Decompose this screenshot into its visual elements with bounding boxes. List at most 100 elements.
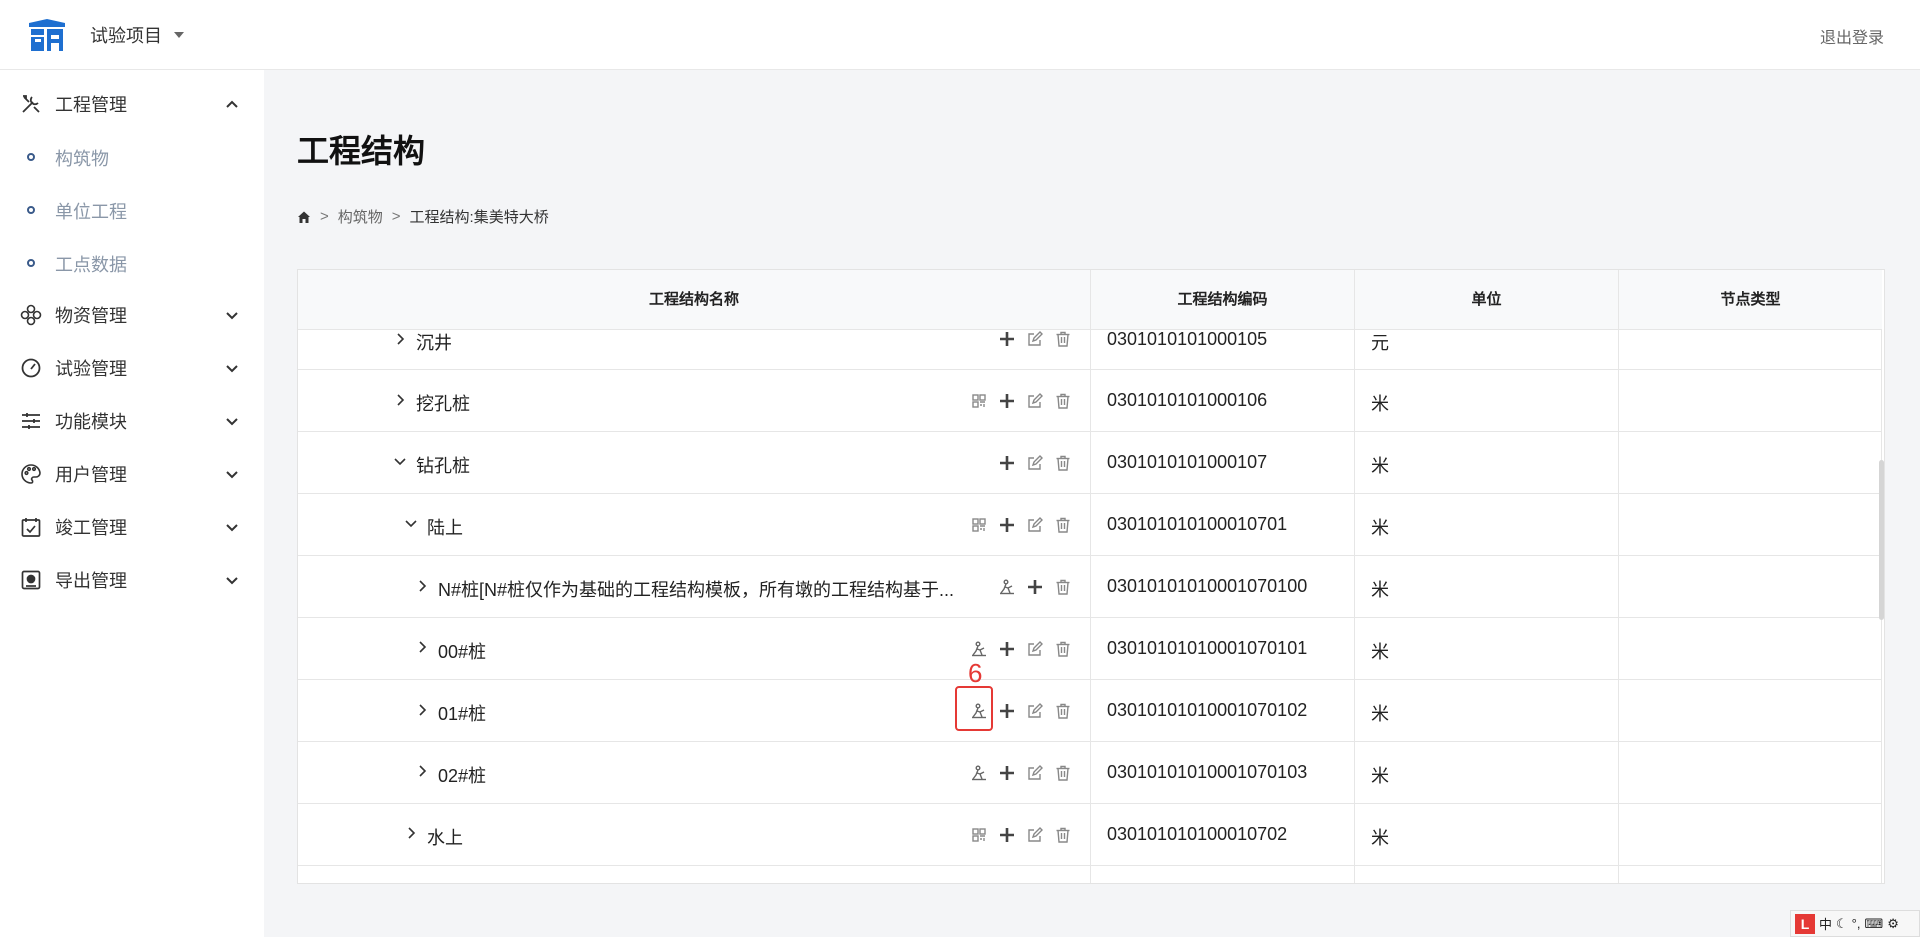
sidebar-item-user-management[interactable]: 用户管理 — [0, 454, 264, 494]
annotation-marker: 6 — [968, 658, 983, 688]
delete-icon[interactable] — [1049, 821, 1077, 849]
chevron-right-icon[interactable] — [415, 703, 429, 717]
qrcode-icon[interactable] — [965, 387, 993, 415]
table-row[interactable]: 沉井 0301010101000105 元 — [298, 330, 1882, 370]
sidebar-item-testing[interactable]: 试验管理 — [0, 348, 264, 388]
edit-icon[interactable] — [1021, 635, 1049, 663]
delete-icon[interactable] — [1049, 387, 1077, 415]
edit-icon[interactable] — [1021, 387, 1049, 415]
breadcrumb-link-structures[interactable]: 构筑物 — [338, 206, 383, 227]
add-icon[interactable] — [993, 821, 1021, 849]
edit-icon[interactable] — [1021, 821, 1049, 849]
worker-icon[interactable] — [993, 573, 1021, 601]
add-icon[interactable] — [993, 697, 1021, 725]
sidebar-item-function-modules[interactable]: 功能模块 — [0, 401, 264, 441]
home-icon[interactable] — [297, 210, 311, 224]
app-logo — [29, 19, 65, 51]
tools-icon — [20, 93, 42, 115]
chevron-right-icon[interactable] — [415, 640, 429, 654]
sidebar-item-materials[interactable]: 物资管理 — [0, 295, 264, 335]
row-unit: 元 — [1371, 333, 1389, 353]
chevron-right-icon[interactable] — [415, 764, 429, 778]
export-icon — [20, 569, 42, 591]
table-scrollbar[interactable] — [1879, 460, 1884, 620]
sidebar-item-label: 功能模块 — [55, 412, 127, 432]
moon-icon[interactable]: ☾ — [1836, 916, 1848, 932]
punctuation-icon[interactable]: °, — [1852, 916, 1861, 931]
row-name: 沉井 — [416, 333, 452, 353]
sidebar-item-label: 物资管理 — [55, 306, 127, 326]
keyboard-icon[interactable]: ⌨ — [1864, 916, 1883, 932]
gear-icon[interactable]: ⚙ — [1887, 916, 1899, 932]
add-icon[interactable] — [993, 511, 1021, 539]
logout-button[interactable]: 退出登录 — [1820, 24, 1884, 48]
delete-icon[interactable] — [1049, 449, 1077, 477]
chevron-right-icon[interactable] — [393, 393, 407, 407]
add-icon[interactable] — [993, 330, 1021, 353]
table-row[interactable]: N#桩[N#桩仅作为基础的工程结构模板，所有墩的工程结构基于... 030101… — [298, 556, 1882, 618]
add-icon[interactable] — [1021, 573, 1049, 601]
add-icon[interactable] — [993, 759, 1021, 787]
table-row[interactable]: 水上 030101010100010702 米 — [298, 804, 1882, 866]
add-icon[interactable] — [993, 635, 1021, 663]
edit-icon[interactable] — [1021, 697, 1049, 725]
table-row[interactable]: 02#桩 03010101010001070103 米 — [298, 742, 1882, 804]
delete-icon[interactable] — [1049, 573, 1077, 601]
table-row[interactable]: 挖孔桩 0301010101000106 米 — [298, 370, 1882, 432]
delete-icon[interactable] — [1049, 511, 1077, 539]
row-unit: 米 — [1371, 394, 1389, 414]
table-row[interactable]: 01#桩 03010101010001070102 米 — [298, 680, 1882, 742]
cubes-icon — [20, 304, 42, 326]
sidebar-item-export[interactable]: 导出管理 — [0, 560, 264, 600]
table-row[interactable]: 00#桩 03010101010001070101 米 — [298, 618, 1882, 680]
column-header-code: 工程结构编码 — [1091, 270, 1355, 330]
chevron-right-icon[interactable] — [393, 332, 407, 346]
project-switcher[interactable]: 试验项目 — [90, 22, 184, 48]
row-code: 0301010101000105 — [1107, 330, 1268, 349]
chevron-down-icon — [226, 418, 238, 426]
row-code: 0301010101000106 — [1107, 390, 1268, 410]
row-name: N#桩[N#桩仅作为基础的工程结构模板，所有墩的工程结构基于... — [438, 580, 955, 600]
add-icon[interactable] — [993, 449, 1021, 477]
breadcrumb: > 构筑物 > 工程结构:集美特大桥 — [297, 206, 549, 227]
row-code: 03010101010001070100 — [1107, 576, 1308, 596]
qrcode-icon[interactable] — [965, 511, 993, 539]
breadcrumb-separator: > — [320, 208, 329, 225]
edit-icon[interactable] — [1021, 449, 1049, 477]
sidebar-item-completion[interactable]: 竣工管理 — [0, 507, 264, 547]
chevron-down-icon[interactable] — [404, 516, 418, 530]
row-unit: 米 — [1371, 518, 1389, 538]
worker-icon[interactable] — [965, 759, 993, 787]
delete-icon[interactable] — [1049, 330, 1077, 353]
chevron-down-icon[interactable] — [393, 454, 407, 468]
delete-icon[interactable] — [1049, 697, 1077, 725]
column-header-node-type: 节点类型 — [1720, 291, 1781, 308]
project-label: 试验项目 — [90, 26, 162, 46]
row-name: 钻孔桩 — [416, 456, 470, 476]
edit-icon[interactable] — [1021, 330, 1049, 353]
sidebar-subitem-unit-engineering[interactable]: 单位工程 — [0, 192, 264, 228]
chevron-right-icon[interactable] — [415, 579, 429, 593]
row-unit: 米 — [1371, 704, 1389, 724]
palette-icon — [20, 463, 42, 485]
row-code: 030101010100010702 — [1107, 824, 1288, 844]
chevron-right-icon[interactable] — [404, 826, 418, 840]
table-row[interactable]: 钻孔桩 0301010101000107 米 — [298, 432, 1882, 494]
delete-icon[interactable] — [1049, 759, 1077, 787]
sidebar-item-label: 用户管理 — [55, 465, 127, 485]
ime-toolbar[interactable]: L 中 ☾ °, ⌨ ⚙ — [1790, 910, 1920, 937]
add-icon[interactable] — [993, 387, 1021, 415]
sidebar-subitem-structures[interactable]: 构筑物 — [0, 139, 264, 175]
table-row — [298, 866, 1882, 883]
row-name: 00#桩 — [438, 642, 487, 662]
delete-icon[interactable] — [1049, 635, 1077, 663]
sidebar-subitem-label: 单位工程 — [55, 202, 127, 222]
edit-icon[interactable] — [1021, 759, 1049, 787]
sidebar-subitem-site-data[interactable]: 工点数据 — [0, 245, 264, 281]
caret-down-icon — [174, 32, 184, 38]
table-row[interactable]: 陆上 030101010100010701 米 — [298, 494, 1882, 556]
row-unit: 米 — [1371, 580, 1389, 600]
sidebar-item-project-management[interactable]: 工程管理 — [0, 84, 264, 124]
edit-icon[interactable] — [1021, 511, 1049, 539]
qrcode-icon[interactable] — [965, 821, 993, 849]
